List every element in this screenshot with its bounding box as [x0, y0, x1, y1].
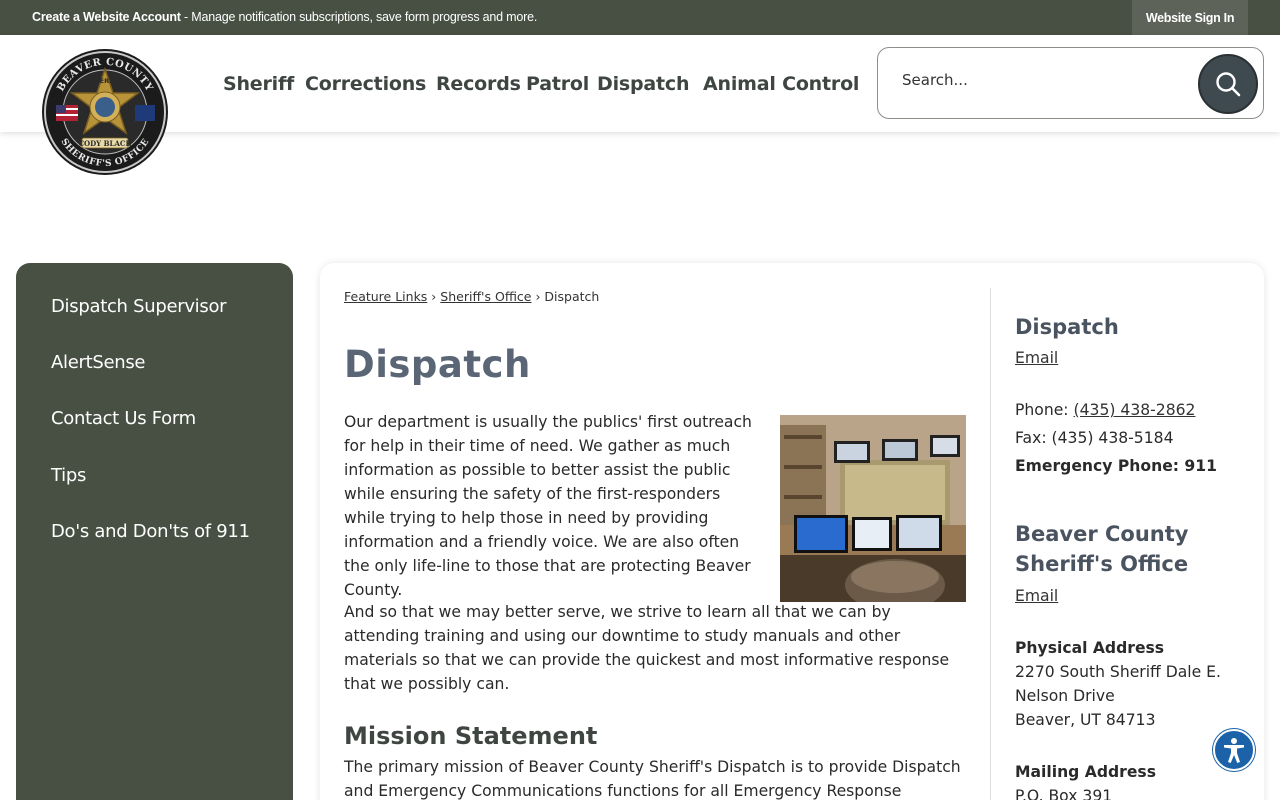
dispatch-phone-link[interactable]: (435) 438-2862 [1074, 401, 1196, 419]
office-heading-line1: Beaver County [1015, 522, 1189, 546]
mailing-address-label: Mailing Address [1015, 763, 1156, 781]
sidebar-nav: Dispatch Supervisor AlertSense Contact U… [16, 263, 293, 800]
nav-records[interactable]: Records [436, 73, 521, 95]
office-email-link[interactable]: Email [1015, 587, 1058, 605]
logo-banner-text: CODY BLACK [78, 139, 132, 148]
office-heading-line2: Sheriff's Office [1015, 552, 1189, 576]
utah-flag-icon [135, 105, 155, 121]
phone-label: Phone: [1015, 401, 1074, 419]
sidebar-item-dos-and-donts-911[interactable]: Do's and Don'ts of 911 [51, 521, 250, 542]
training-paragraph: And so that we may better serve, we stri… [344, 603, 950, 693]
create-account-link[interactable]: Create a Website Account - Manage notifi… [32, 10, 537, 24]
nav-sheriff[interactable]: Sheriff [223, 73, 294, 95]
breadcrumb: Feature Links › Sheriff's Office › Dispa… [344, 289, 599, 304]
dispatch-contact-heading: Dispatch [1015, 315, 1119, 339]
create-account-title[interactable]: Create a Website Account [32, 10, 181, 24]
dispatch-room-photo [780, 415, 966, 602]
page-title: Dispatch [344, 343, 531, 386]
top-bar: Create a Website Account - Manage notifi… [0, 0, 1280, 35]
create-account-desc: - Manage notification subscriptions, sav… [180, 10, 538, 24]
search-input[interactable] [902, 71, 1182, 89]
mailing-address-line1: P.O. Box 391 [1015, 787, 1113, 800]
accessibility-button[interactable] [1213, 729, 1255, 771]
search-icon [1216, 72, 1241, 97]
accessibility-icon [1224, 738, 1244, 763]
nav-corrections[interactable]: Corrections [305, 73, 426, 95]
search-button[interactable] [1198, 54, 1258, 114]
physical-address-line2: Nelson Drive [1015, 687, 1115, 705]
dispatch-fax: Fax: (435) 438-5184 [1015, 429, 1174, 447]
mission-statement-heading: Mission Statement [344, 722, 598, 750]
nav-patrol[interactable]: Patrol [526, 73, 589, 95]
search-box [877, 47, 1264, 119]
breadcrumb-feature-links[interactable]: Feature Links [344, 289, 427, 304]
sidebar-item-tips[interactable]: Tips [51, 465, 86, 486]
dispatch-email-link[interactable]: Email [1015, 349, 1058, 367]
column-divider [990, 288, 991, 800]
physical-address-line3: Beaver, UT 84713 [1015, 711, 1156, 729]
mission-statement-text: The primary mission of Beaver County She… [344, 758, 961, 800]
physical-address-line1: 2270 South Sheriff Dale E. [1015, 663, 1221, 681]
sidebar-item-alertsense[interactable]: AlertSense [51, 352, 146, 373]
nav-animal-control[interactable]: Animal Control [703, 73, 859, 95]
physical-address-label: Physical Address [1015, 639, 1165, 657]
sidebar-item-contact-us-form[interactable]: Contact Us Form [51, 408, 196, 429]
sheriff-badge-logo[interactable]: BEAVER COUNTY SHERIFF'S OFFICE SHERIFF C… [40, 47, 170, 177]
breadcrumb-separator: › [427, 289, 441, 304]
sidebar-item-dispatch-supervisor[interactable]: Dispatch Supervisor [51, 296, 227, 317]
website-sign-in-button[interactable]: Website Sign In [1132, 0, 1248, 35]
intro-paragraph: Our department is usually the publics' f… [344, 413, 752, 599]
breadcrumb-sheriffs-office[interactable]: Sheriff's Office [440, 289, 531, 304]
nav-dispatch[interactable]: Dispatch [597, 73, 689, 95]
breadcrumb-separator-2: › [531, 289, 545, 304]
logo-star-text: SHERIFF [90, 77, 121, 85]
emergency-phone: Emergency Phone: 911 [1015, 457, 1217, 475]
breadcrumb-current: Dispatch [544, 289, 600, 304]
